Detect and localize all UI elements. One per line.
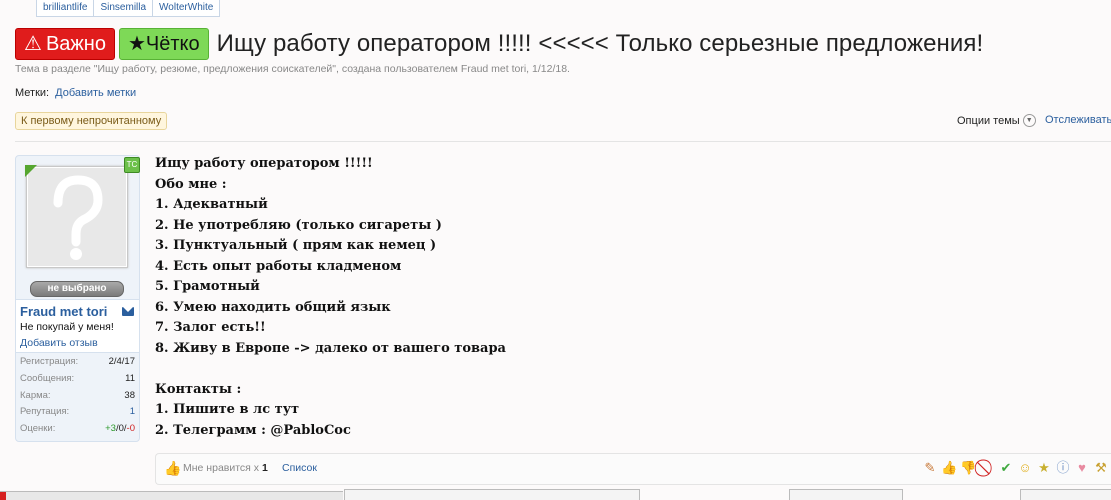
bottom-box-3 [1020, 489, 1111, 500]
bottom-box-1 [344, 489, 640, 500]
top-tab-wolterwhite[interactable]: WolterWhite [152, 0, 221, 17]
online-corner-marker [25, 165, 37, 177]
stat-messages: Сообщения: 11 [16, 373, 139, 390]
user-title-pill: не выбрано [30, 281, 124, 297]
stat-key: Сообщения: [20, 372, 75, 384]
post-line: 1. Пишите в лс тут [155, 402, 300, 417]
post-message: Ищу работу оператором !!!!! Обо мне : 1.… [155, 154, 875, 441]
wrench-icon[interactable]: ⚒ [1093, 460, 1109, 476]
bottom-box-2 [789, 489, 903, 500]
user-stats: Регистрация: 2/4/17 Сообщения: 11 Карма:… [16, 356, 139, 440]
stat-value: +3/0/-0 [105, 423, 135, 435]
info-icon[interactable]: ⓘ [1055, 460, 1071, 476]
topic-starter-badge: ТС [124, 157, 140, 173]
stat-key: Регистрация: [20, 356, 79, 367]
ratings-plus: +3 [105, 423, 116, 435]
thread-meta: Тема в разделе "Ищу работу, резюме, пред… [15, 63, 570, 75]
badge-icon[interactable]: ✎ [922, 460, 938, 476]
watch-thread-link[interactable]: Отслеживать [1045, 114, 1111, 126]
stat-registration: Регистрация: 2/4/17 [16, 356, 139, 373]
post-line: 4. Есть опыт работы кладменом [155, 258, 402, 274]
post-line: Контакты : [155, 381, 242, 397]
likes-summary: Мне нравится х 1 [183, 462, 268, 474]
smile-icon[interactable]: ☺ [1017, 460, 1033, 476]
stat-ratings: Оценки: +3/0/-0 [16, 423, 139, 440]
post-line: Ищу работу оператором !!!!! [155, 156, 373, 171]
post-line: 3. Пунктуальный ( прям как немец ) [155, 238, 437, 253]
stat-key: Репутация: [20, 406, 70, 418]
heart-icon[interactable]: ♥ [1074, 460, 1090, 476]
mail-icon[interactable] [122, 307, 134, 316]
warning-icon: ⚠ [24, 33, 42, 55]
thread-title: Ищу работу оператором !!!!! <<<<< Только… [216, 30, 984, 57]
likes-list-link[interactable]: Список [282, 462, 317, 474]
check-icon[interactable]: ✔ [998, 460, 1014, 476]
important-prefix-badge[interactable]: ⚠ Важно [15, 28, 115, 60]
question-mark-icon [53, 175, 103, 260]
first-unread-button[interactable]: К первому непрочитанному [15, 112, 168, 130]
stat-key: Карма: [20, 389, 51, 401]
important-label: Важно [45, 33, 106, 55]
top-tab-brilliantlife[interactable]: brilliantlife [36, 0, 95, 17]
user-sidebar: ТС не выбрано Fraud met tori Не покупай … [15, 155, 140, 442]
user-info: Fraud met tori Не покупай у меня! Добави… [16, 299, 139, 353]
star-icon[interactable]: ★ [1036, 460, 1052, 476]
neat-label: Чётко [145, 33, 200, 55]
stat-value[interactable]: 1 [130, 406, 135, 417]
ratings-minus: -0 [126, 423, 135, 435]
stat-value: 38 [124, 389, 135, 401]
tags-row: Метки: Добавить метки [15, 87, 136, 99]
add-tags-link[interactable]: Добавить метки [55, 87, 136, 99]
post-line: 5. Грамотный [155, 279, 260, 294]
stat-value: 11 [125, 372, 135, 384]
post-line: 2. Не употребляю (только сигареты ) [155, 217, 442, 233]
rating-icons: ✎ 👍 👎 ⃠ ✔ ☺ ★ ⓘ ♥ ⚒ [922, 460, 1109, 476]
chevron-down-icon: ▼ [1022, 114, 1036, 127]
stat-karma: Карма: 38 [16, 390, 139, 407]
stat-key: Оценки: [20, 423, 56, 435]
post-line: Обо мне : [155, 176, 227, 192]
avatar[interactable] [25, 165, 128, 268]
like-hand-icon: 👍 [164, 460, 182, 476]
likes-text: Мне нравится х [183, 462, 260, 474]
top-user-tabs: brilliantlife Sinsemilla WolterWhite [36, 0, 221, 17]
thumbs-down-icon[interactable]: 👎 [960, 460, 976, 476]
divider [15, 141, 1111, 142]
thread-options-menu[interactable]: Опции темы ▼ [957, 114, 1036, 127]
neat-prefix-badge[interactable]: ★ Чётко [118, 28, 209, 60]
user-status: Не покупай у меня! [20, 321, 114, 333]
likes-count: 1 [261, 462, 268, 474]
username-link[interactable]: Fraud met tori [20, 304, 107, 319]
post-line [155, 359, 875, 380]
post-line: 6. Умею находить общий язык [155, 299, 391, 315]
thumbs-up-icon[interactable]: 👍 [941, 460, 957, 476]
avatar-placeholder [28, 168, 126, 266]
likes-bar: 👍 Мне нравится х 1 Список ✎ 👍 👎 ⃠ ✔ ☺ ★ … [155, 453, 1111, 485]
ban-icon[interactable]: ⃠ [979, 460, 995, 476]
add-review-link[interactable]: Добавить отзыв [20, 337, 98, 349]
star-icon: ★ [127, 33, 146, 55]
top-tab-sinsemilla[interactable]: Sinsemilla [93, 0, 154, 17]
post-line: 1. Адекватный [155, 197, 268, 212]
post-line: 7. Залог есть!! [155, 320, 266, 335]
post-line: 8. Живу в Европе -> далеко от вашего тов… [155, 340, 506, 356]
thread-options-label: Опции темы [957, 114, 1020, 127]
stat-reputation: Репутация: 1 [16, 406, 139, 423]
tags-label: Метки: [15, 87, 50, 99]
stat-value: 2/4/17 [108, 356, 135, 367]
post-line: 2. Телеграмм : @PabloCoc [155, 422, 351, 438]
thread-header: ⚠ Важно ★ Чётко Ищу работу оператором !!… [15, 28, 983, 60]
ratings-zero: 0 [118, 423, 124, 435]
